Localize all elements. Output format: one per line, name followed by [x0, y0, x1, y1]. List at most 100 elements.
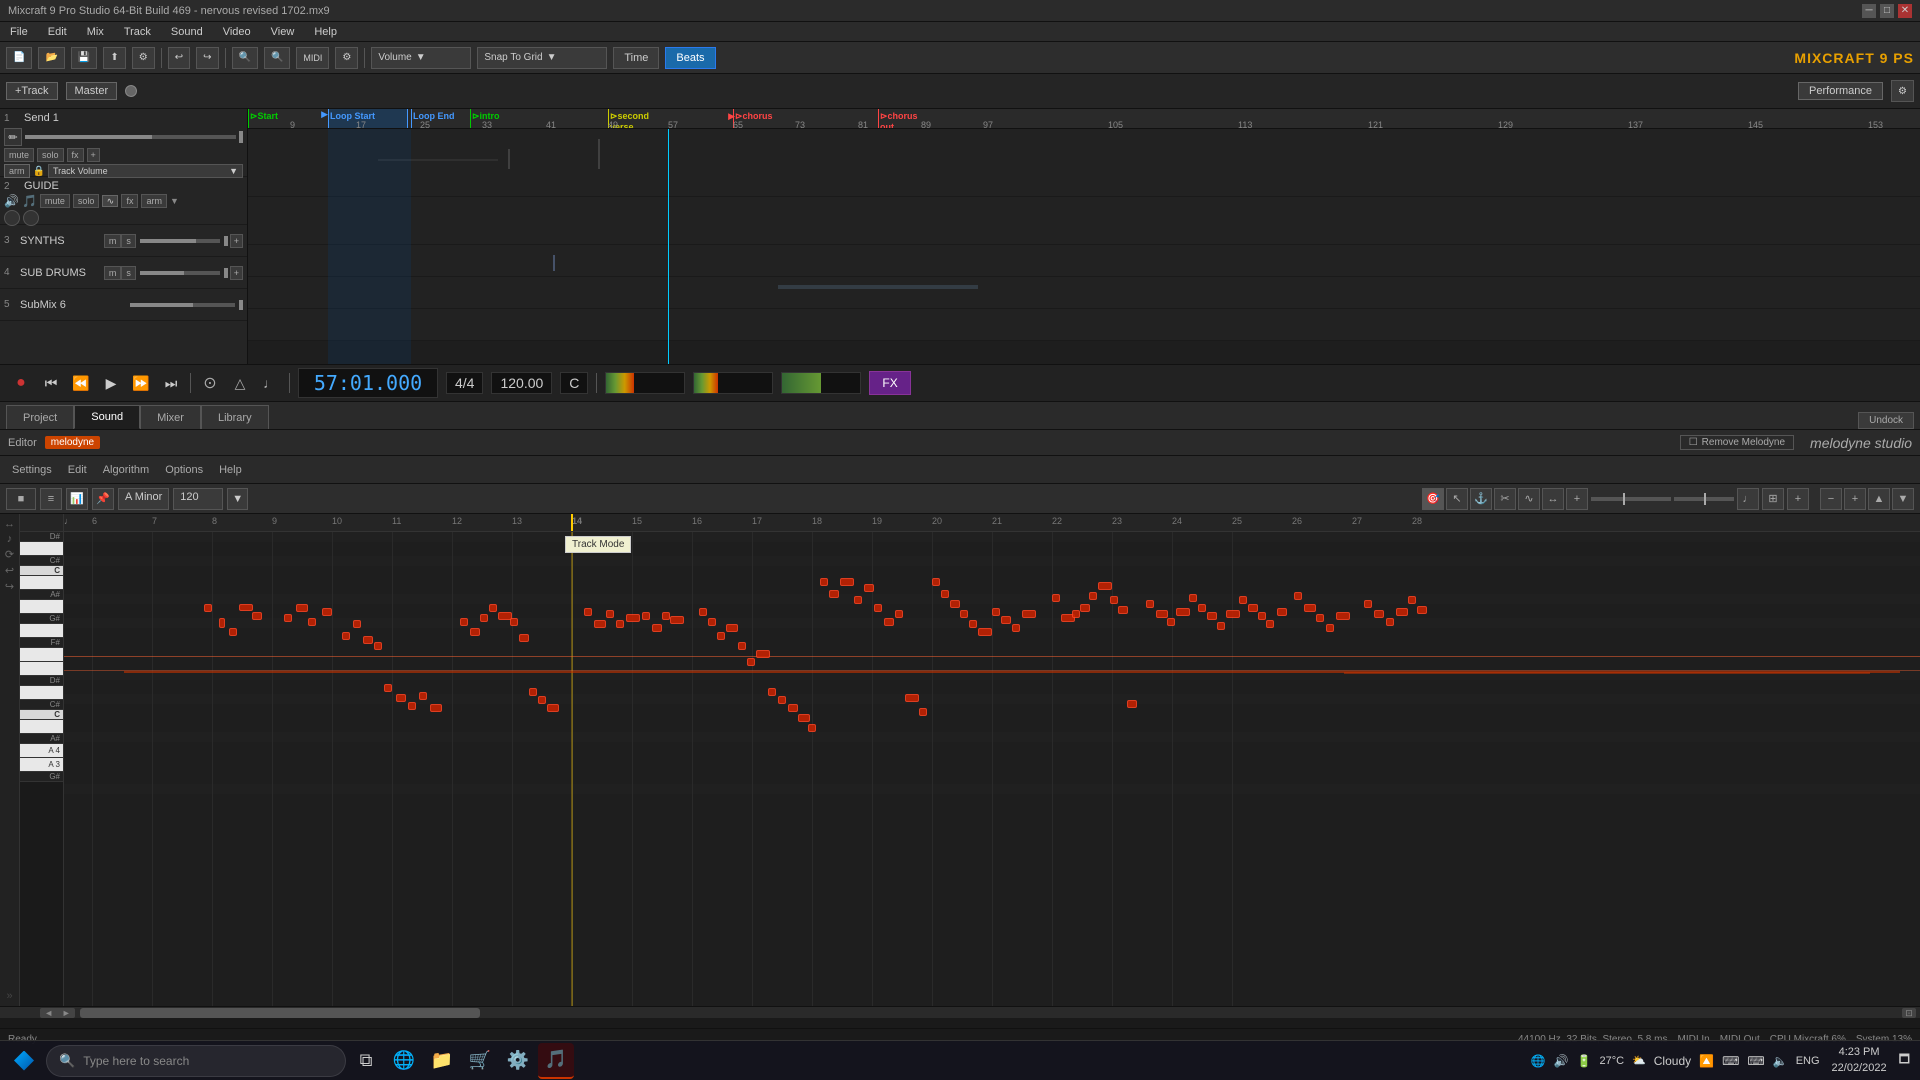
note-blob[interactable] [480, 614, 488, 622]
tab-library[interactable]: Library [201, 405, 269, 429]
track-1-solo[interactable]: solo [37, 148, 64, 162]
note-blob[interactable] [1417, 606, 1427, 614]
note-blob[interactable] [1198, 604, 1206, 612]
scroll-thumb[interactable] [80, 1008, 480, 1018]
note-blob[interactable] [239, 604, 253, 611]
task-view-button[interactable]: ⧉ [348, 1043, 384, 1079]
minimize-button[interactable]: ─ [1862, 4, 1876, 18]
track-2-knob[interactable] [4, 210, 20, 226]
note-blob[interactable] [616, 620, 624, 628]
track-1-add[interactable]: + [87, 148, 100, 162]
note-blob[interactable] [1207, 612, 1217, 620]
undo-button[interactable]: ↩ [168, 47, 190, 69]
panel-zoom-icon[interactable]: ↔ [4, 518, 15, 530]
add-track-button[interactable]: +Track [6, 82, 58, 100]
editor-tool-mode[interactable]: ■ [6, 488, 36, 510]
piano-key-b2[interactable] [20, 720, 63, 734]
editor-tool-arrows[interactable]: ↔ [1542, 488, 1564, 510]
file-explorer-button[interactable]: 📁 [424, 1043, 460, 1079]
note-blob[interactable] [992, 608, 1000, 616]
performance-button[interactable]: Performance [1798, 82, 1883, 100]
note-blob[interactable] [726, 624, 738, 632]
piano-key-b3[interactable] [20, 576, 63, 590]
slider-handle[interactable] [1623, 493, 1625, 505]
export-button[interactable]: ⬆ [103, 47, 125, 69]
note-blob[interactable] [489, 604, 497, 612]
tab-sound[interactable]: Sound [74, 405, 140, 429]
editor-help-menu[interactable]: Help [213, 462, 248, 478]
piano-key-g3[interactable] [20, 624, 63, 638]
note-blob[interactable] [1408, 596, 1416, 604]
note-blob[interactable] [204, 604, 212, 612]
to-start-button[interactable]: ⏮ [40, 372, 62, 394]
note-blob[interactable] [932, 578, 940, 586]
editor-tool-wave[interactable]: ∿ [1518, 488, 1540, 510]
scroll-zoom[interactable]: ⊡ [1902, 1008, 1916, 1018]
track-3-add[interactable]: + [230, 234, 243, 248]
keyboard-icon[interactable]: ⌨ [1720, 1052, 1741, 1070]
note-blob[interactable] [699, 608, 707, 616]
note-blob[interactable] [374, 642, 382, 650]
play-button[interactable]: ▶ [100, 372, 122, 394]
key-selector[interactable]: A Minor [118, 488, 169, 510]
note-blob[interactable] [322, 608, 332, 616]
note-blob[interactable] [1001, 616, 1011, 624]
note-blob[interactable] [905, 694, 919, 702]
menu-help[interactable]: Help [310, 24, 341, 40]
note-blob[interactable] [229, 628, 237, 636]
note-blob[interactable] [820, 578, 828, 586]
zoom-out-button[interactable]: − [1820, 488, 1842, 510]
rewind-button[interactable]: ⏪ [70, 372, 92, 394]
note-blob[interactable] [1396, 608, 1408, 616]
note-blob[interactable] [1316, 614, 1324, 622]
snap-dropdown[interactable]: Snap To Grid ▼ [477, 47, 607, 69]
note-blob[interactable] [738, 642, 746, 650]
panel-time-icon[interactable]: ⟳ [5, 548, 14, 561]
settings-button[interactable]: ⚙ [132, 47, 155, 69]
note-blob[interactable] [884, 618, 894, 626]
note-blob[interactable] [1336, 612, 1350, 620]
piano-key-as2[interactable]: A# [20, 734, 63, 744]
track-1-arm[interactable]: arm [4, 164, 30, 178]
editor-tool-target[interactable]: 🎯 [1422, 488, 1444, 510]
search-button[interactable]: 🔍 [232, 47, 258, 69]
master-button[interactable]: Master [66, 82, 118, 100]
zoom-down-button[interactable]: ▼ [1892, 488, 1914, 510]
note-blob[interactable] [1072, 610, 1080, 618]
note-blob[interactable] [342, 632, 350, 640]
note-blob[interactable] [1156, 610, 1168, 618]
piano-key-as3[interactable]: A# [20, 590, 63, 600]
note-blob[interactable] [606, 610, 614, 618]
menu-file[interactable]: File [6, 24, 32, 40]
note-blob[interactable] [519, 634, 529, 642]
save-button[interactable]: 💾 [71, 47, 97, 69]
note-blob[interactable] [652, 624, 662, 632]
note-blob[interactable] [1239, 596, 1247, 604]
piano-key-a4[interactable]: A 4 [20, 744, 63, 758]
note-blob[interactable] [430, 704, 442, 712]
piano-key-d4[interactable] [20, 542, 63, 556]
note-blob[interactable] [594, 620, 606, 628]
note-blob[interactable] [1052, 594, 1060, 602]
note-blob[interactable] [584, 608, 592, 616]
note-blob[interactable] [756, 650, 770, 658]
note-blob[interactable] [252, 612, 262, 620]
track-1-mute[interactable]: mute [4, 148, 34, 162]
note-blob[interactable] [626, 614, 640, 622]
note-blob[interactable] [662, 612, 670, 620]
note-blob[interactable] [1080, 604, 1090, 612]
note-blob[interactable] [1189, 594, 1197, 602]
mixcraft-taskbar[interactable]: 🎵 [538, 1043, 574, 1079]
note-blob[interactable] [396, 694, 406, 702]
note-blob[interactable] [708, 618, 716, 626]
track-1-fx[interactable]: fx [67, 148, 84, 162]
note-blob[interactable] [808, 724, 816, 732]
note-blob[interactable] [1089, 592, 1097, 600]
edge-button[interactable]: 🌐 [386, 1043, 422, 1079]
note-blob[interactable] [1374, 610, 1384, 618]
track-2-mute[interactable]: mute [40, 194, 70, 208]
note-blob[interactable] [284, 614, 292, 622]
open-button[interactable]: 📂 [38, 47, 64, 69]
editor-algorithm-menu[interactable]: Algorithm [97, 462, 155, 478]
performance-settings-button[interactable]: ⚙ [1891, 80, 1914, 102]
